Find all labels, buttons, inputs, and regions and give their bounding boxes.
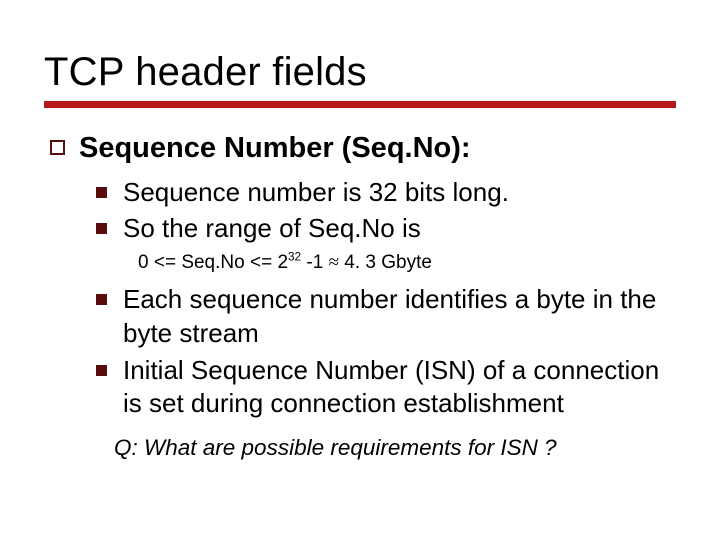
square-solid-icon	[96, 294, 107, 305]
approx-symbol-icon: ≈	[329, 252, 339, 273]
formula-exp: 32	[288, 250, 301, 263]
main-bullet-text: Sequence Number (Seq.No):	[79, 130, 471, 166]
sub-bullet-text: So the range of Seq.No is	[123, 212, 421, 245]
sub-bullet: Initial Sequence Number (ISN) of a conne…	[96, 354, 676, 421]
question-text: Q: What are possible requirements for IS…	[114, 435, 676, 461]
square-solid-icon	[96, 365, 107, 376]
slide: TCP header fields Sequence Number (Seq.N…	[0, 0, 720, 540]
formula-lhs: 0 <= Seq.No <= 2	[138, 252, 288, 273]
sub-bullet-text: Each sequence number identifies a byte i…	[123, 283, 676, 350]
formula-rhs: 4. 3 Gbyte	[339, 252, 432, 273]
title-rule	[44, 101, 676, 108]
sub-bullet-text: Initial Sequence Number (ISN) of a conne…	[123, 354, 676, 421]
bullet-group-a: Sequence number is 32 bits long. So the …	[96, 176, 676, 245]
bullet-group-b: Each sequence number identifies a byte i…	[96, 283, 676, 420]
sub-bullet: Each sequence number identifies a byte i…	[96, 283, 676, 350]
slide-title: TCP header fields	[44, 50, 676, 95]
square-solid-icon	[96, 223, 107, 234]
square-open-icon	[50, 140, 65, 155]
bullet-level1: Sequence Number (Seq.No):	[50, 130, 676, 166]
sub-bullet: Sequence number is 32 bits long.	[96, 176, 676, 209]
sub-bullet: So the range of Seq.No is	[96, 212, 676, 245]
sub-bullet-text: Sequence number is 32 bits long.	[123, 176, 509, 209]
formula-mid: -1	[301, 252, 328, 273]
formula: 0 <= Seq.No <= 232 -1 ≈ 4. 3 Gbyte	[138, 251, 676, 276]
square-solid-icon	[96, 187, 107, 198]
